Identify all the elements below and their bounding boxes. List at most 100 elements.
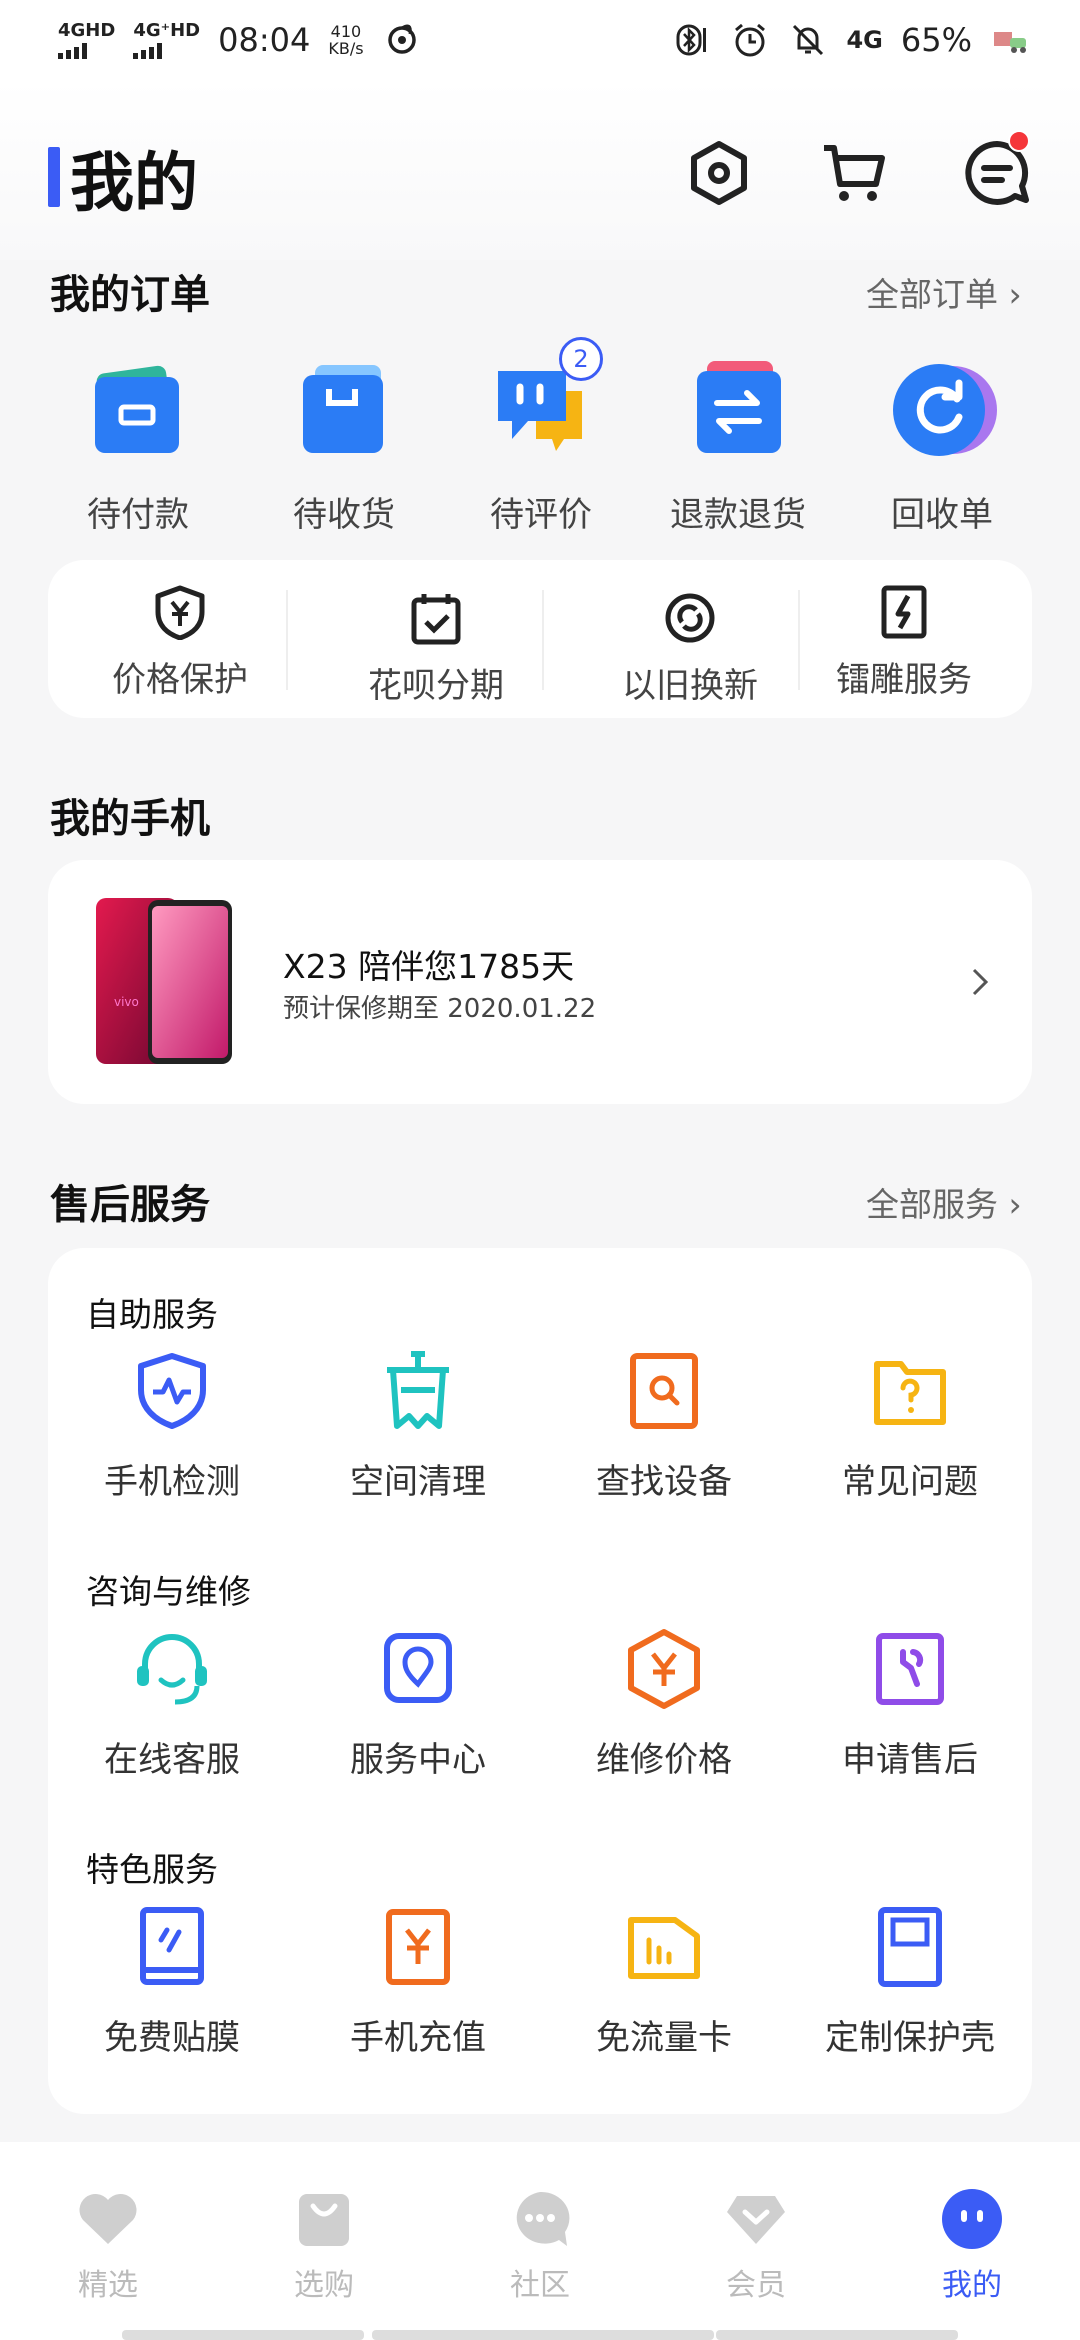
net-speed-value: 410 (330, 22, 362, 41)
wrench-icon (876, 1633, 944, 1705)
laser-icon (881, 585, 927, 639)
clean-icon (387, 1351, 449, 1429)
order-label: 待收货 (293, 495, 395, 535)
gesture-bar (372, 2330, 714, 2340)
order-pending-receipt[interactable]: 待收货 (244, 355, 444, 536)
service-label: 申请售后 (842, 1740, 978, 1780)
bag-icon (299, 2194, 349, 2246)
service-online-support[interactable]: 在线客服 (52, 1628, 292, 1781)
service-label: 常见问题 (842, 1462, 978, 1502)
battery-percent: 65% (900, 21, 972, 59)
mute-bell-icon (793, 24, 824, 56)
trade-in-icon (665, 593, 715, 643)
recycle-icon (893, 364, 997, 456)
net-speed: 410 KB/s (328, 23, 363, 57)
nav-label: 会员 (726, 2268, 786, 2303)
service-center[interactable]: 服务中心 (298, 1628, 538, 1781)
nav-community[interactable]: 社区 (432, 2142, 648, 2340)
nav-label: 我的 (942, 2268, 1002, 2303)
service-faq[interactable]: 常见问题 (790, 1350, 1030, 1503)
service-free-data-card[interactable]: 免流量卡 (544, 1906, 784, 2059)
order-label: 待付款 (87, 495, 189, 535)
settings-hexagon-icon[interactable] (684, 138, 754, 208)
divider (286, 590, 288, 690)
location-icon (384, 1633, 452, 1703)
diamond-icon (727, 2196, 785, 2244)
service-label: 免流量卡 (596, 2018, 732, 2058)
nav-shop[interactable]: 选购 (216, 2142, 432, 2340)
car-house-icon (994, 32, 1026, 53)
service-trade-in[interactable]: 以旧换新 (570, 590, 810, 707)
service-phone-check[interactable]: 手机检测 (52, 1350, 292, 1503)
phone-check-icon (138, 1353, 206, 1429)
calendar-check-icon (411, 594, 461, 645)
chevron-right-icon (972, 968, 989, 996)
bluetooth-icon (676, 24, 707, 56)
order-label: 退款退货 (670, 495, 806, 535)
order-label: 回收单 (891, 495, 993, 535)
service-label: 免费贴膜 (104, 2018, 240, 2058)
service-label: 手机检测 (104, 1462, 240, 1502)
service-label: 查找设备 (596, 1462, 732, 1502)
signal-2-label: 4G⁺HD (133, 19, 201, 41)
nav-membership[interactable]: 会员 (648, 2142, 864, 2340)
order-pending-review[interactable]: 待评价 2 (441, 337, 641, 536)
alarm-icon (735, 23, 766, 57)
phone-image: vivo (96, 898, 232, 1064)
service-label: 花呗分期 (368, 666, 504, 706)
chat-bubble-icon (516, 2191, 570, 2246)
divider (542, 590, 544, 690)
service-installment[interactable]: 花呗分期 (316, 590, 556, 707)
swirl-icon (387, 24, 416, 54)
order-pending-payment[interactable]: 待付款 (38, 355, 238, 536)
phone-warranty: 预计保修期至 2020.01.22 (283, 994, 597, 1024)
service-label: 维修价格 (596, 1740, 732, 1780)
service-label: 以旧换新 (622, 666, 758, 706)
service-price-protection[interactable]: 价格保护 (60, 584, 300, 701)
service-label: 镭雕服务 (836, 660, 972, 700)
services-row-card: 价格保护 花呗分期 以旧换新 镭雕服务 (48, 560, 1032, 718)
cart-icon[interactable] (820, 138, 890, 208)
package-icon (303, 365, 383, 453)
nav-label: 选购 (294, 2268, 354, 2303)
all-orders-link[interactable]: 全部订单 › (866, 268, 1022, 316)
clock: 08:04 (218, 21, 311, 59)
sim-card-icon (628, 1917, 700, 1979)
group-title-self-service: 自助服务 (86, 1295, 218, 1334)
nav-label: 精选 (78, 2268, 138, 2303)
group-title-consult-repair: 咨询与维修 (86, 1572, 251, 1611)
nav-label: 社区 (510, 2268, 570, 2303)
group-title-featured: 特色服务 (86, 1850, 218, 1889)
service-label: 在线客服 (104, 1740, 240, 1780)
service-find-device[interactable]: 查找设备 (544, 1350, 784, 1503)
signal-1-label: 4GHD (58, 19, 116, 41)
order-refund[interactable]: 退款退货 (638, 355, 838, 536)
signal-1: 4GHD (58, 19, 116, 59)
recharge-icon (386, 1909, 450, 1985)
price-icon (628, 1629, 700, 1709)
profile-face-icon (942, 2189, 1002, 2249)
service-apply-aftersales[interactable]: 申请售后 (790, 1628, 1030, 1781)
svg-text:vivo: vivo (114, 995, 139, 1009)
service-screen-film[interactable]: 免费贴膜 (52, 1906, 292, 2059)
my-phone-section-title: 我的手机 (50, 796, 210, 842)
order-recycle[interactable]: 回收单 (842, 355, 1042, 536)
service-repair-price[interactable]: 维修价格 (544, 1628, 784, 1781)
screen-film-icon (140, 1907, 204, 1985)
service-label: 服务中心 (350, 1740, 486, 1780)
faq-folder-icon (874, 1361, 946, 1425)
service-laser[interactable]: 镭雕服务 (784, 584, 1024, 701)
service-recharge[interactable]: 手机充值 (298, 1906, 538, 2059)
all-services-link[interactable]: 全部服务 › (866, 1178, 1022, 1226)
network-type: 4G (846, 26, 883, 54)
nav-featured[interactable]: 精选 (0, 2142, 216, 2340)
wallet-icon (95, 365, 179, 453)
title-accent-bar (48, 147, 60, 207)
service-clean[interactable]: 空间清理 (298, 1350, 538, 1503)
case-icon (878, 1907, 942, 1987)
status-bar: 4GHD 4G⁺HD 08:04 410 KB/s 4G 65% (0, 0, 1080, 80)
service-label: 手机充值 (350, 2018, 486, 2058)
service-custom-case[interactable]: 定制保护壳 (790, 1906, 1030, 2059)
service-label: 空间清理 (350, 1462, 486, 1502)
nav-me[interactable]: 我的 (864, 2142, 1080, 2340)
